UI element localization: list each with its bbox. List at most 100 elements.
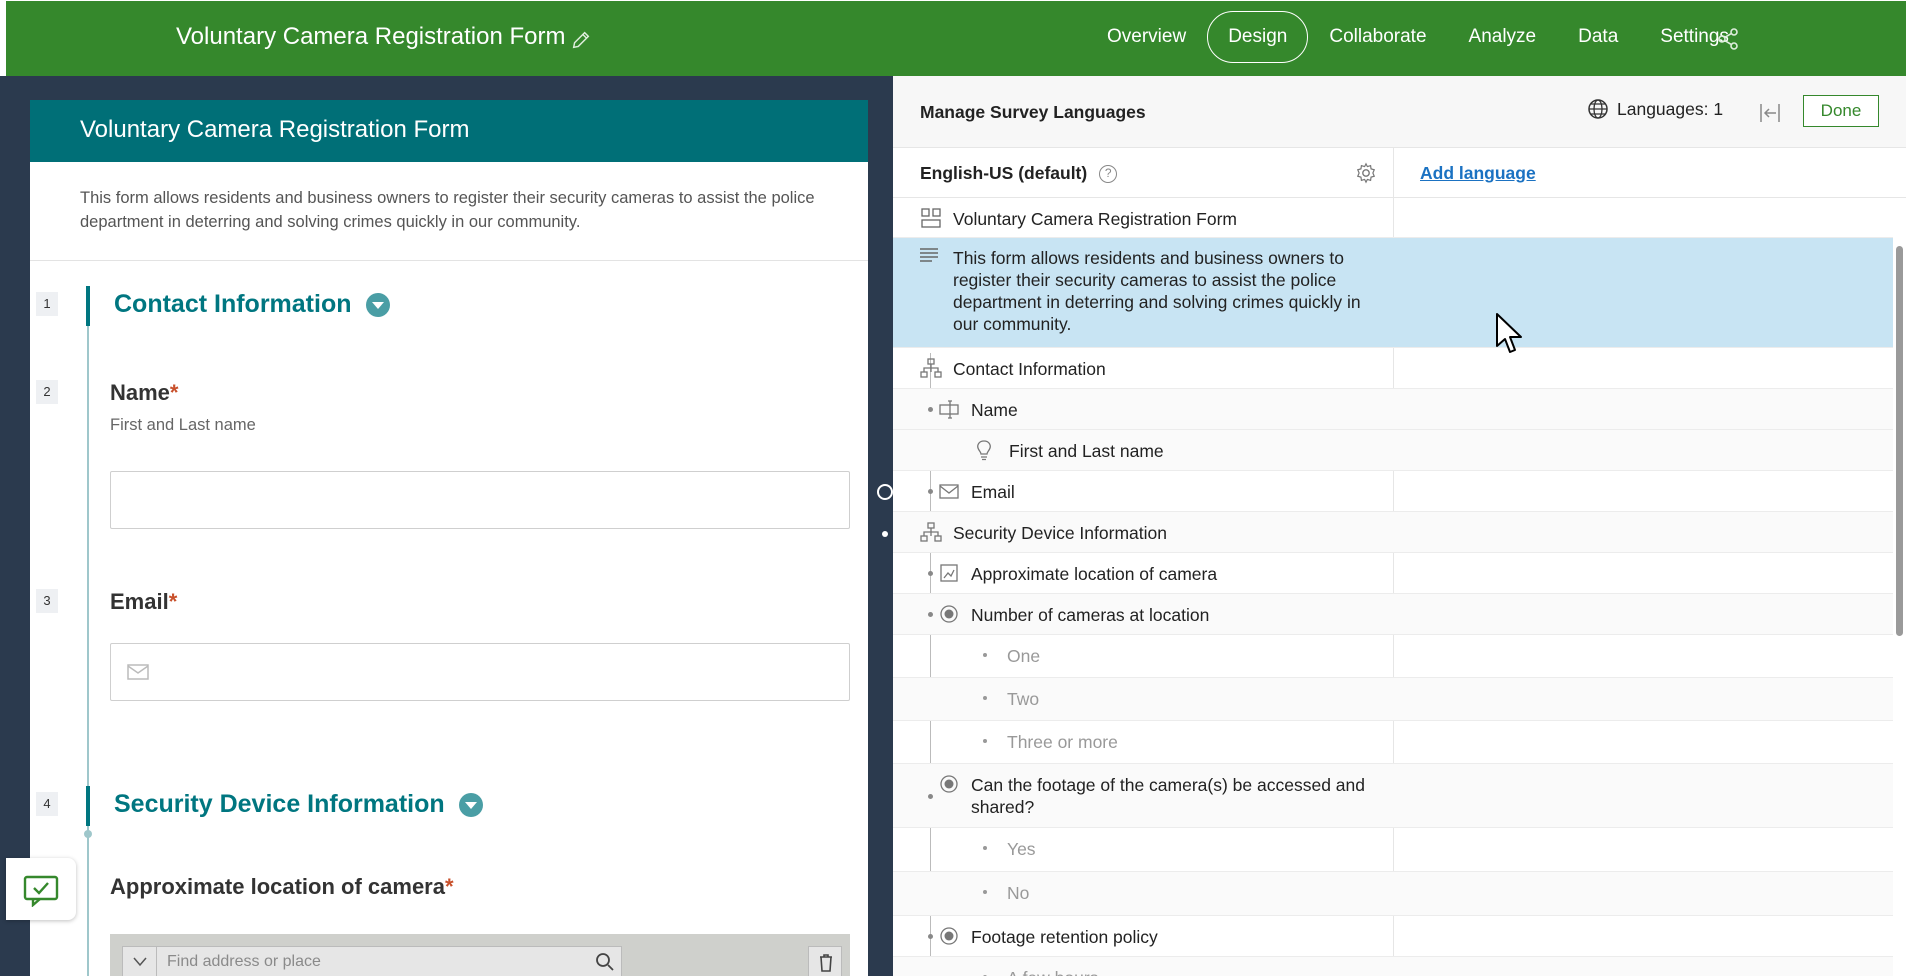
question-number: 4 — [36, 792, 58, 816]
name-input[interactable] — [110, 471, 850, 529]
hint-icon — [977, 440, 991, 461]
question-name-label: Name* — [110, 380, 178, 406]
map-search-box[interactable]: Find address or place — [122, 946, 622, 976]
scrollbar[interactable] — [1893, 198, 1906, 976]
list-item[interactable]: Email — [893, 471, 1893, 512]
form-preview: Voluntary Camera Registration Form This … — [30, 100, 868, 976]
panel-resize-handle[interactable] — [877, 484, 893, 500]
tree-dot — [928, 489, 933, 494]
row-text: Contact Information — [953, 359, 1106, 379]
languages-count[interactable]: Languages: 1 — [1587, 98, 1723, 120]
email-input[interactable] — [110, 643, 850, 701]
row-text: Voluntary Camera Registration Form — [953, 209, 1237, 229]
panel-title: Manage Survey Languages — [920, 102, 1146, 122]
tab-design[interactable]: Design — [1207, 11, 1309, 63]
question-name-hint: First and Last name — [110, 416, 256, 434]
panel-handle-dot — [882, 531, 888, 537]
form-icon — [921, 208, 941, 228]
email-icon — [939, 484, 959, 499]
scrollbar-thumb[interactable] — [1896, 246, 1903, 636]
map-icon — [940, 564, 958, 582]
label-text: Approximate location of camera — [110, 874, 445, 899]
section-accent — [86, 286, 90, 326]
survey-title: Voluntary Camera Registration Form — [176, 23, 566, 50]
chevron-down-icon — [132, 957, 147, 967]
section-contact-information[interactable]: Contact Information — [114, 290, 390, 319]
list-item[interactable]: Can the footage of the camera(s) be acce… — [893, 764, 1893, 828]
row-text: Security Device Information — [953, 523, 1167, 543]
feedback-icon — [23, 875, 59, 907]
tab-collaborate[interactable]: Collaborate — [1308, 11, 1447, 63]
search-source-dropdown[interactable] — [123, 947, 157, 976]
tab-data[interactable]: Data — [1557, 11, 1639, 63]
trash-icon[interactable] — [808, 946, 842, 976]
row-text: A few hours — [1007, 967, 1437, 976]
question-number: 1 — [36, 292, 58, 316]
share-icon[interactable] — [1716, 27, 1740, 51]
list-item[interactable]: Approximate location of camera — [893, 553, 1893, 594]
row-text: Number of cameras at location — [971, 605, 1210, 625]
question-location-label: Approximate location of camera* — [110, 874, 454, 900]
chevron-down-icon[interactable] — [458, 792, 483, 817]
add-language-link[interactable]: Add language — [1420, 163, 1536, 184]
translation-rows: Voluntary Camera Registration Form This … — [893, 198, 1893, 976]
list-item[interactable]: One — [893, 635, 1893, 678]
section-title-text: Contact Information — [114, 290, 352, 318]
list-item[interactable]: Name — [893, 389, 1893, 430]
email-icon — [127, 664, 149, 680]
list-item[interactable]: Security Device Information — [893, 512, 1893, 553]
feedback-button[interactable] — [6, 858, 76, 920]
group-icon — [920, 522, 942, 542]
required-mark: * — [169, 380, 179, 405]
list-item[interactable]: A few hours — [893, 957, 1893, 976]
option-bullet — [983, 653, 987, 657]
tree-dot — [928, 571, 933, 576]
pencil-icon[interactable] — [570, 29, 592, 51]
list-item[interactable]: Number of cameras at location — [893, 594, 1893, 635]
radio-icon — [940, 927, 958, 945]
option-bullet — [983, 846, 987, 850]
row-text: Footage retention policy — [971, 927, 1158, 947]
list-item[interactable]: This form allows residents and business … — [893, 238, 1893, 348]
option-bullet — [983, 890, 987, 894]
row-text: No — [1007, 883, 1030, 903]
row-text: Two — [1007, 689, 1040, 709]
tree-dot — [928, 794, 933, 799]
label-text: Email — [110, 589, 169, 614]
tree-dot — [928, 407, 933, 412]
list-item[interactable]: First and Last name — [893, 430, 1893, 471]
gear-icon[interactable] — [1355, 162, 1377, 184]
radio-icon — [940, 775, 958, 793]
main-nav: Overview Design Collaborate Analyze Data… — [1086, 11, 1750, 63]
chevron-down-icon[interactable] — [365, 292, 390, 317]
list-item[interactable]: Contact Information — [893, 348, 1893, 389]
list-item[interactable]: Three or more — [893, 721, 1893, 764]
help-icon[interactable]: ? — [1099, 164, 1118, 183]
list-item[interactable]: Voluntary Camera Registration Form — [893, 198, 1893, 238]
row-text: Email — [971, 482, 1015, 502]
row-text: Three or more — [1007, 732, 1118, 752]
label-text: Name — [110, 380, 170, 405]
language-column-header: English-US (default) ? Add language — [893, 148, 1906, 198]
default-language-label: English-US (default) — [920, 163, 1088, 183]
section-accent — [86, 786, 90, 826]
tab-analyze[interactable]: Analyze — [1448, 11, 1558, 63]
row-text: One — [1007, 646, 1041, 666]
list-item[interactable]: No — [893, 872, 1893, 916]
row-text: This form allows residents and business … — [953, 248, 1361, 334]
section-security-device-information[interactable]: Security Device Information — [114, 790, 483, 819]
map-widget[interactable]: Find address or place — [110, 934, 850, 976]
section-title-text: Security Device Information — [114, 790, 445, 818]
form-description: This form allows residents and business … — [30, 162, 868, 261]
list-item[interactable]: Footage retention policy — [893, 916, 1893, 957]
list-item[interactable]: Yes — [893, 828, 1893, 872]
text-field-icon — [939, 400, 959, 419]
list-item[interactable]: Two — [893, 678, 1893, 721]
done-button[interactable]: Done — [1803, 95, 1879, 127]
tab-overview[interactable]: Overview — [1086, 11, 1207, 63]
search-icon[interactable] — [589, 946, 621, 976]
option-bullet — [983, 739, 987, 743]
default-language: English-US (default) ? — [920, 163, 1118, 184]
collapse-panel-icon[interactable] — [1757, 100, 1783, 126]
section-line — [87, 326, 89, 834]
